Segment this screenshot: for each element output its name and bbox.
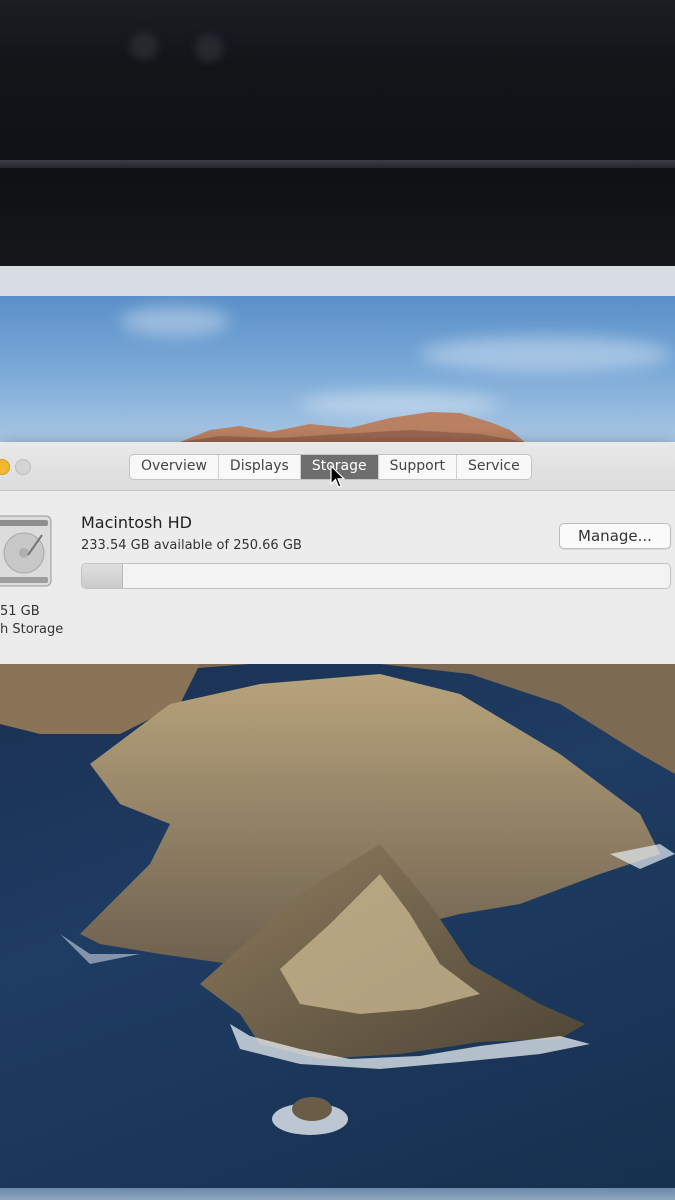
- mountain-graphic: [180, 412, 525, 442]
- island-graphic: [0, 664, 675, 1135]
- hard-drive-icon: [0, 515, 52, 587]
- dock-edge: [0, 1188, 675, 1200]
- minimize-button[interactable]: [0, 459, 10, 475]
- zoom-button[interactable]: [15, 459, 31, 475]
- tab-overview[interactable]: Overview: [130, 455, 219, 479]
- storage-usage-bar: [81, 563, 671, 589]
- manage-button[interactable]: Manage...: [559, 523, 671, 549]
- bezel-reflection: [130, 32, 158, 60]
- volume-name: Macintosh HD: [81, 513, 192, 532]
- cursor-arrow-icon: [330, 465, 346, 488]
- tab-support[interactable]: Support: [379, 455, 457, 479]
- tab-service[interactable]: Service: [457, 455, 531, 479]
- bezel-edge: [0, 160, 675, 168]
- menu-bar: [0, 266, 675, 296]
- disk-type-label: h Storage: [0, 622, 64, 637]
- storage-usage-fill: [82, 564, 123, 588]
- bezel-lower: [0, 168, 675, 266]
- volume-availability: 233.54 GB available of 250.66 GB: [81, 538, 302, 553]
- wallpaper-catalina: [0, 664, 675, 1190]
- disk-capacity: 51 GB: [0, 604, 40, 619]
- tab-displays[interactable]: Displays: [219, 455, 301, 479]
- monitor-bezel: [0, 0, 675, 160]
- storage-panel: 51 GB h Storage Macintosh HD 233.54 GB a…: [0, 491, 675, 664]
- bezel-reflection: [195, 34, 223, 62]
